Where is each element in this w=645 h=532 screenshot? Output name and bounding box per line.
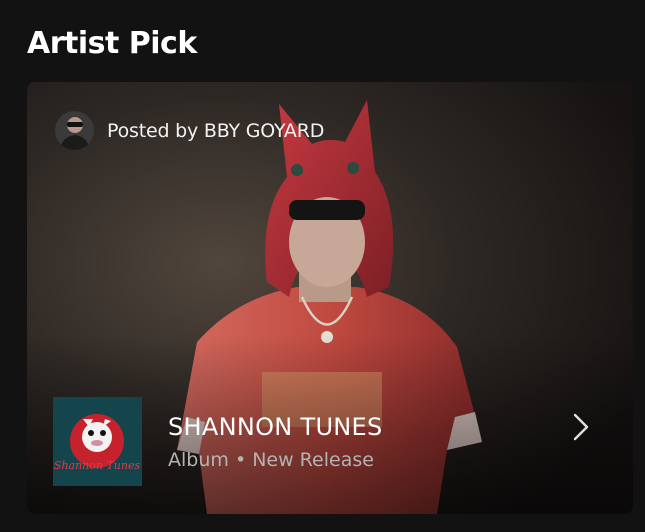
artist-avatar-image	[55, 111, 94, 150]
release-status: New Release	[252, 448, 374, 471]
album-cover-text: Shannon Tunes	[54, 459, 141, 472]
release-separator: •	[234, 448, 247, 471]
release-title[interactable]: SHANNON TUNES	[168, 413, 383, 441]
chevron-right-icon[interactable]	[569, 412, 593, 442]
album-cover[interactable]: Shannon Tunes	[53, 397, 142, 486]
release-info[interactable]: Shannon Tunes SHANNON TUNES Album • New …	[53, 397, 383, 486]
release-text: SHANNON TUNES Album • New Release	[168, 413, 383, 471]
release-subtitle: Album • New Release	[168, 449, 383, 471]
artist-avatar[interactable]	[55, 111, 94, 150]
section-title: Artist Pick	[27, 26, 197, 61]
posted-by-label: Posted by BBY GOYARD	[107, 119, 325, 142]
album-cover-image: Shannon Tunes	[53, 397, 142, 486]
artist-pick-card[interactable]: Posted by BBY GOYARD Shannon Tunes SHANN…	[27, 82, 633, 514]
release-type: Album	[168, 448, 229, 471]
posted-by-row[interactable]: Posted by BBY GOYARD	[55, 111, 324, 150]
